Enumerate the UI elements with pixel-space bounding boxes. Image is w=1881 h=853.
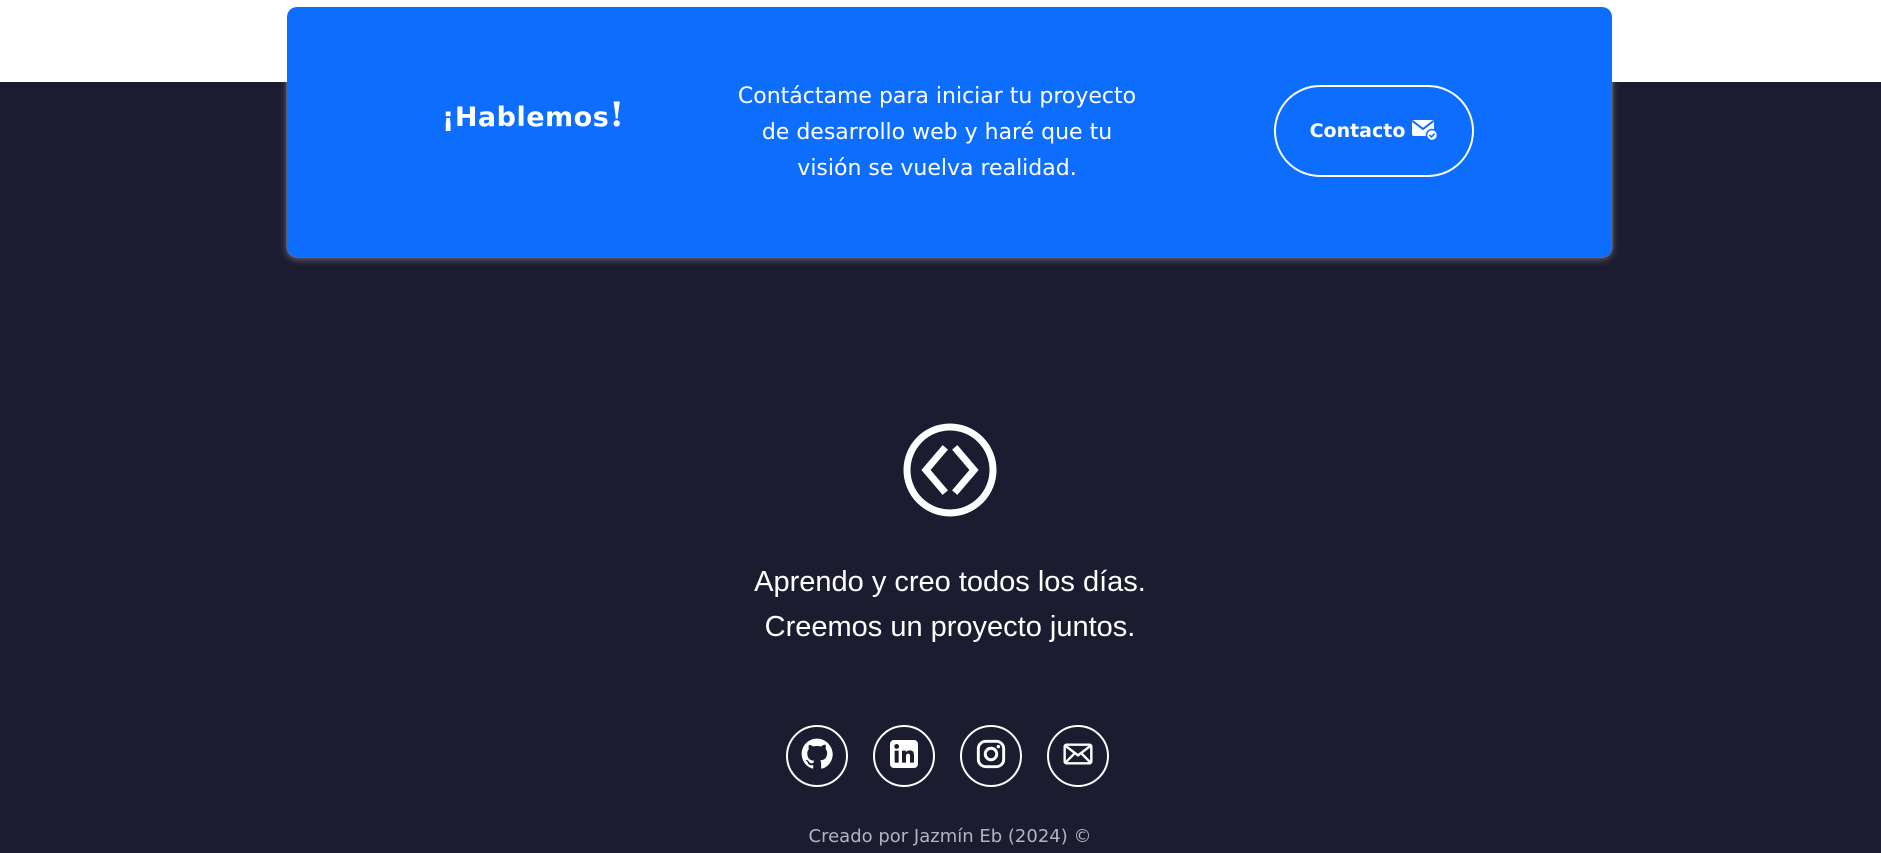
tagline-line-1: Aprendo y creo todos los días.: [754, 566, 1146, 598]
contact-button[interactable]: Contacto: [1274, 85, 1474, 177]
mail-icon: [1062, 738, 1094, 775]
instagram-icon: [975, 738, 1007, 775]
mail-link[interactable]: [1047, 725, 1109, 787]
footer-credit: Creado por Jazmín Eb (2024) ©: [808, 826, 1092, 847]
contact-button-label: Contacto: [1309, 120, 1406, 142]
instagram-link[interactable]: [960, 725, 1022, 787]
contact-cta-card: ¡Hablemos! Contáctame para iniciar tu pr…: [287, 7, 1612, 257]
social-links: [786, 725, 1109, 787]
code-circle-icon: [902, 422, 998, 518]
linkedin-link[interactable]: [873, 725, 935, 787]
tagline-line-2: Creemos un proyecto juntos.: [764, 611, 1136, 643]
github-icon: [801, 738, 833, 775]
footer-tagline: Aprendo y creo todos los días. Creemos u…: [540, 560, 1360, 650]
envelope-check-icon: [1411, 117, 1439, 146]
github-link[interactable]: [786, 725, 848, 787]
cta-title: ¡Hablemos!: [442, 95, 625, 135]
linkedin-icon: [888, 738, 920, 775]
cta-description: Contáctame para iniciar tu proyecto de d…: [737, 84, 1137, 181]
